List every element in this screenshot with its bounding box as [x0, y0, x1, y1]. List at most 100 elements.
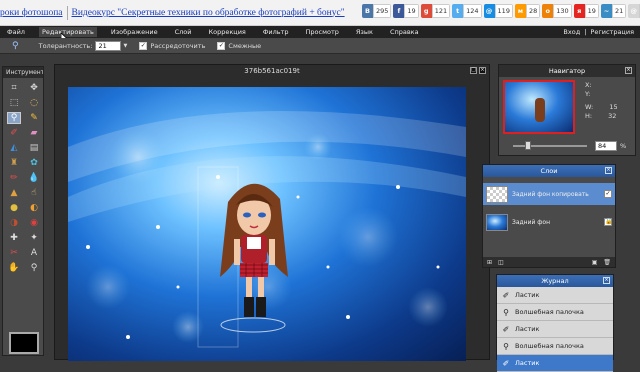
layer-name: Задний фон копировать — [512, 190, 589, 198]
share-network-icon: я — [573, 4, 585, 18]
history-item-label: Волшебная палочка — [515, 342, 584, 350]
share-count: 295 — [373, 4, 392, 18]
spread-checkbox[interactable]: ✓ — [139, 41, 148, 50]
share-network-icon: В — [362, 4, 373, 18]
history-close-icon[interactable]: × — [603, 277, 610, 284]
layer-thumbnail — [486, 213, 508, 231]
layer-lock-icon[interactable]: 🔒 — [604, 218, 612, 226]
blur-icon[interactable]: 💧 — [27, 172, 41, 184]
color-replace-icon[interactable]: ✿ — [27, 157, 41, 169]
history-item[interactable]: ⚲ Волшебная палочка — [497, 304, 613, 321]
share-button[interactable]: g 121 — [420, 4, 451, 18]
menu-adjustments[interactable]: Коррекция — [209, 28, 246, 36]
menu-language[interactable]: Язык — [356, 28, 373, 36]
sharpen-icon[interactable]: ▲ — [7, 187, 21, 199]
history-item[interactable]: ✐ Ластик — [497, 321, 613, 338]
hand-icon[interactable]: ✋ — [7, 262, 21, 274]
share-button[interactable]: o 130 — [542, 4, 572, 18]
share-button[interactable]: В 295 — [362, 4, 392, 18]
share-button[interactable]: t 124 — [452, 4, 482, 18]
close-icon[interactable]: × — [479, 67, 486, 74]
spread-label: Рассредоточить — [150, 41, 206, 50]
menu-help[interactable]: Справка — [390, 28, 419, 36]
layer-item-background-copy[interactable]: Задний фон копировать ✓ — [483, 183, 615, 205]
lasso-icon[interactable]: ◌ — [27, 97, 41, 109]
layer-visibility-checkbox[interactable]: ✓ — [604, 190, 612, 198]
nav-w-value: 15 — [609, 103, 618, 111]
menu-file[interactable]: Файл — [7, 28, 25, 36]
new-layer-icon[interactable]: ▣ — [592, 259, 598, 266]
zoom-icon[interactable]: ⚲ — [27, 262, 41, 274]
nav-h-label: H: — [585, 112, 593, 120]
nav-x-label: X: — [585, 81, 592, 89]
layer-mask-icon[interactable]: ◫ — [498, 259, 504, 266]
pinch-icon[interactable]: ✂ — [7, 247, 21, 259]
burn-icon[interactable]: ◑ — [7, 217, 21, 229]
navigator-close-icon[interactable]: × — [625, 67, 632, 74]
delete-layer-icon[interactable]: 🗑 — [603, 259, 611, 266]
layers-title: Слои × — [483, 165, 615, 177]
fill-bucket-icon[interactable]: ◭ — [7, 142, 21, 154]
magic-wand-tool-icon[interactable]: ⚲ — [7, 112, 21, 124]
brush-icon[interactable]: ✐ — [7, 127, 21, 139]
menu-filter[interactable]: Фильтр — [263, 28, 289, 36]
clone-stamp-icon[interactable]: ♜ — [7, 157, 21, 169]
tolerance-dropdown-icon[interactable]: ▼ — [123, 43, 127, 49]
options-bar: ⚲ Толерантность: 21 ▼ ✓ Рассредоточить ✓… — [0, 38, 640, 54]
share-network-icon: f — [393, 4, 405, 18]
tolerance-label: Толерантность: — [38, 41, 93, 50]
history-title-text: Журнал — [541, 277, 569, 285]
bloat-icon[interactable]: ✦ — [27, 232, 41, 244]
dodge-icon[interactable]: ◐ — [27, 202, 41, 214]
layer-thumbnail — [486, 185, 508, 203]
gradient-icon[interactable]: ▤ — [27, 142, 41, 154]
eraser-icon: ✐ — [502, 324, 510, 334]
layer-properties-icon[interactable]: ⊞ — [487, 259, 492, 266]
image-canvas[interactable] — [68, 87, 466, 361]
tolerance-input[interactable]: 21 — [95, 40, 122, 51]
menu-image[interactable]: Изображение — [111, 28, 158, 36]
register-link[interactable]: Регистрация — [590, 28, 634, 36]
foreground-color-swatch[interactable] — [9, 332, 39, 354]
zoom-input[interactable]: 84 — [595, 141, 617, 151]
menu-view[interactable]: Просмотр — [306, 28, 339, 36]
share-button[interactable]: ~21 — [600, 4, 627, 18]
spot-heal-icon[interactable]: ✚ — [7, 232, 21, 244]
maximize-icon[interactable]: □ — [470, 67, 477, 74]
layer-item-background[interactable]: Задний фон 🔒 — [483, 211, 615, 233]
magic-wand-icon: ⚲ — [503, 307, 509, 317]
layers-footer: ⊞ ◫ ▣ 🗑 — [483, 257, 615, 267]
contiguous-checkbox[interactable]: ✓ — [217, 41, 226, 50]
crop-icon[interactable]: ⌗ — [7, 82, 21, 94]
banner-link-lessons[interactable]: роки фотошопа — [0, 8, 63, 18]
red-eye-icon[interactable]: ◉ — [27, 217, 41, 229]
eraser-icon[interactable]: ▰ — [27, 127, 41, 139]
sponge-icon[interactable]: ● — [7, 202, 21, 214]
history-item-current[interactable]: ✐ Ластик — [497, 355, 613, 372]
menu-layer[interactable]: Слой — [175, 28, 192, 36]
navigator-preview[interactable] — [503, 80, 575, 134]
type-icon[interactable]: A — [27, 247, 41, 259]
login-link[interactable]: Вход — [563, 28, 580, 36]
share-button[interactable]: @20 — [628, 4, 640, 18]
history-item[interactable]: ✐ Ластик — [497, 287, 613, 304]
zoom-slider-handle[interactable] — [525, 141, 531, 150]
layer-name: Задний фон — [512, 218, 551, 226]
share-button[interactable]: f 19 — [393, 4, 419, 18]
share-button[interactable]: я 19 — [573, 4, 599, 18]
drawing-icon[interactable]: ✏ — [7, 172, 21, 184]
navigator-title: Навигатор × — [499, 65, 635, 77]
zoom-unit: % — [620, 142, 627, 150]
history-item[interactable]: ⚲ Волшебная палочка — [497, 338, 613, 355]
pencil-icon[interactable]: ✎ — [27, 112, 41, 124]
history-item-label: Ластик — [515, 359, 540, 367]
share-button[interactable]: @119 — [483, 4, 513, 18]
marquee-icon[interactable]: ⬚ — [7, 97, 21, 109]
layers-close-icon[interactable]: × — [605, 167, 612, 174]
share-count: 21 — [611, 4, 627, 18]
move-icon[interactable]: ✥ — [27, 82, 41, 94]
share-button[interactable]: м 28 — [514, 4, 541, 18]
nav-w-label: W: — [585, 103, 594, 111]
banner-link-videocourse[interactable]: Видеокурс "Секретные техники по обработк… — [72, 8, 345, 18]
smudge-icon[interactable]: ☝ — [27, 187, 41, 199]
